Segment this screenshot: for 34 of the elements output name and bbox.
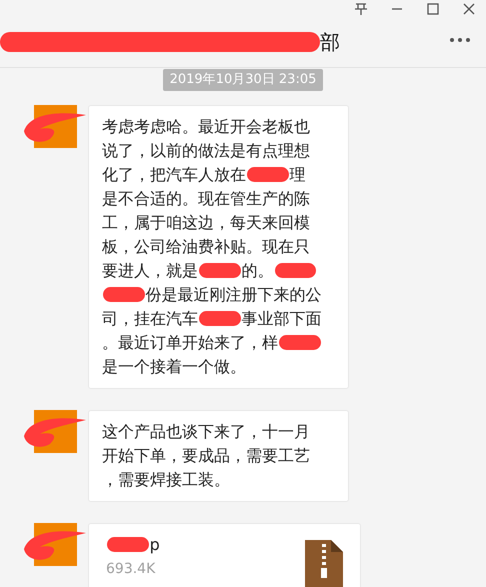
message-text: 工，属于咱这边，每天来回模 [102, 212, 310, 234]
message-text: 开始下单，要成品，需要工艺 [102, 444, 310, 466]
file-size: 693.4K [106, 560, 156, 578]
more-button[interactable] [448, 36, 472, 44]
message-text: 理 [290, 164, 306, 186]
redaction-mark [279, 335, 321, 350]
message-text: p [150, 534, 160, 556]
message-text: 司，挂在汽车 [102, 308, 198, 330]
message-text: 份是最近刚注册下来的公 [146, 284, 322, 306]
message-text: 化了，把汽车人放在 [102, 164, 246, 186]
message-text: 。最近订单开始来了，样 [102, 332, 278, 354]
message-text: 事业部下面 [242, 308, 322, 330]
file-card[interactable]: p 693.4K [88, 522, 361, 587]
maximize-icon[interactable] [426, 2, 440, 16]
message-text: 这个产品也谈下来了，十一月 [102, 420, 310, 442]
message-text: ，需要焊接工装。 [102, 468, 230, 490]
message-text: 是一个接着一个做。 [102, 356, 246, 378]
pin-icon[interactable] [354, 2, 368, 16]
window-title: 部 [320, 29, 340, 56]
redaction-mark [274, 263, 316, 278]
redaction-mark [103, 287, 145, 302]
message-text: 说了，以前的做法是有点理想 [102, 140, 310, 162]
redaction-mark [107, 537, 149, 552]
message-text: 是不合适的。现在管生产的陈 [102, 188, 310, 210]
message-text: 的。 [242, 260, 274, 282]
zip-file-icon [305, 540, 343, 587]
redaction-mark [199, 311, 241, 326]
redaction-mark [199, 263, 241, 278]
message-text: 要进人，就是 [102, 260, 198, 282]
close-icon[interactable] [462, 2, 476, 16]
message-text: 考虑考虑哈。最近开会老板也 [102, 116, 310, 138]
message-text: 板，公司给油费补贴。现在只 [102, 236, 310, 258]
timestamp: 2019年10月30日 23:05 [162, 69, 324, 90]
redaction-mark [247, 167, 289, 182]
